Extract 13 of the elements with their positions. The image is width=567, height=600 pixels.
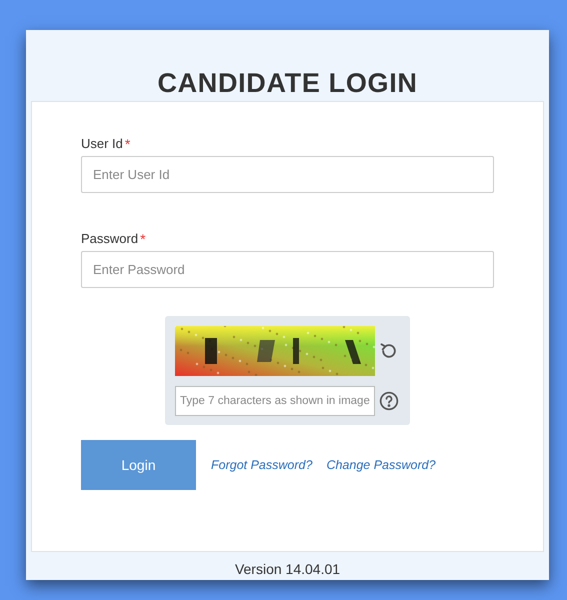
input-field[interactable]: Enter Password	[81, 251, 494, 288]
link[interactable]: Forgot Password?	[211, 456, 312, 474]
field-label: Password	[81, 230, 138, 248]
field-label: User Id	[81, 135, 123, 154]
input-field[interactable]: Enter User Id	[81, 156, 494, 193]
page-title: CANDIDATE LOGIN	[157, 67, 418, 100]
help-icon[interactable]	[379, 391, 399, 411]
required-mark: *	[124, 134, 130, 154]
captcha-input-field[interactable]: Type 7 characters as shown in image	[175, 386, 375, 416]
login-button[interactable]: Login	[81, 440, 196, 490]
link[interactable]: Change Password?	[326, 456, 436, 474]
required-mark: *	[140, 230, 146, 248]
version-text: Version 14.04.01	[234, 560, 340, 579]
